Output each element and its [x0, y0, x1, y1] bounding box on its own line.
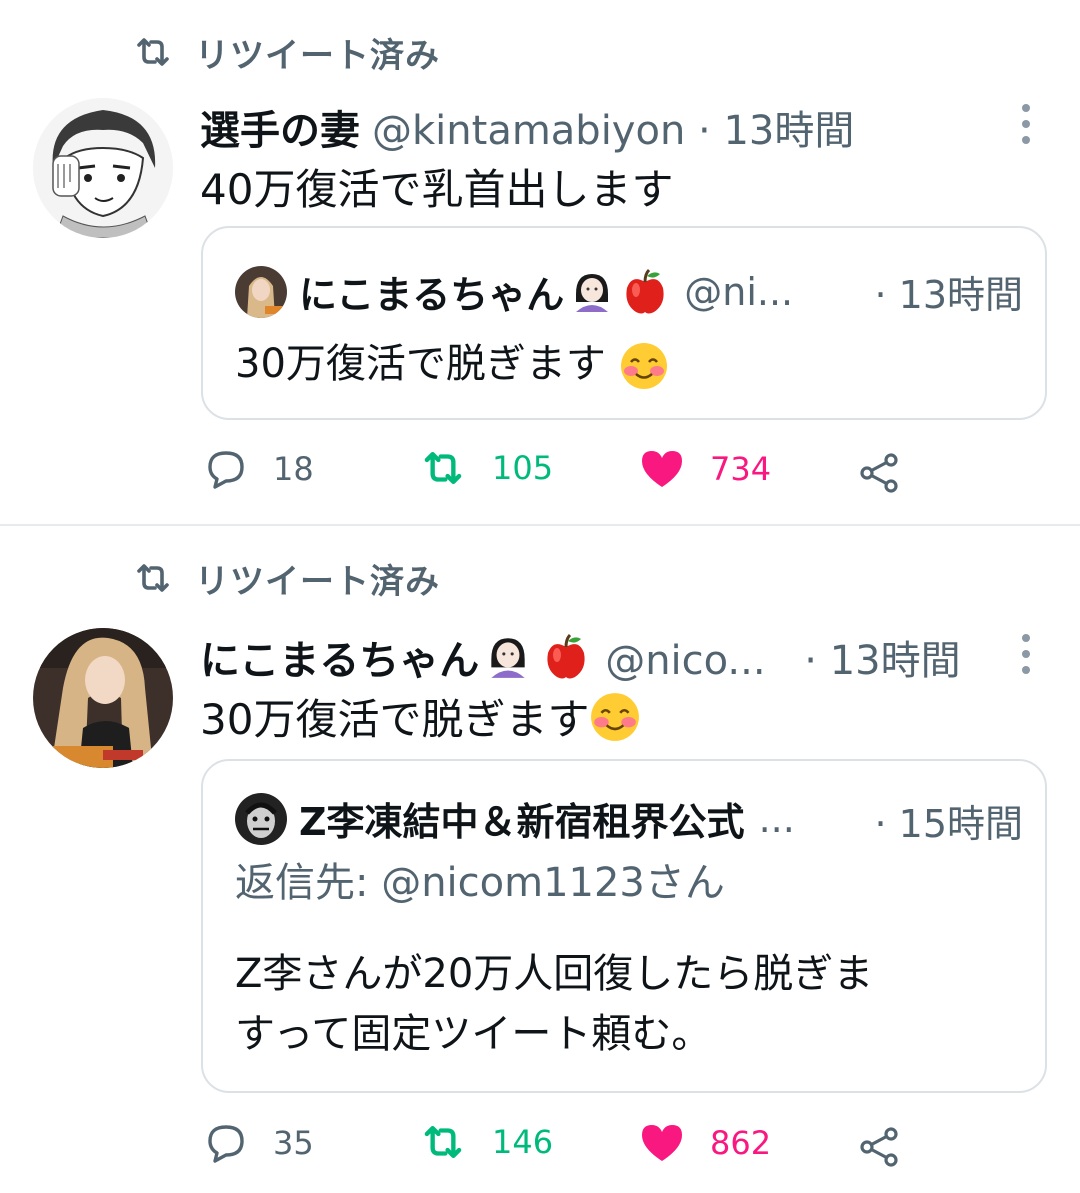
quoted-ellipsis: ...: [758, 796, 795, 841]
more-icon[interactable]: [1021, 634, 1031, 674]
quoted-tweet[interactable]: Z李凍結中＆新宿租界公式 ... · 15時間 返信先: @nicom1123さ…: [201, 759, 1047, 1093]
apple-emoji: [547, 633, 585, 679]
divider: [0, 524, 1080, 526]
quoted-tweet[interactable]: にこまるちゃん @ni... · 13時間 30万復活で脱ぎます: [201, 226, 1047, 420]
apple-emoji: [626, 268, 664, 313]
tweet-time[interactable]: 13時間: [830, 628, 961, 686]
quoted-reply-to: 返信先: @nicom1123さん: [235, 860, 725, 906]
quoted-avatar: [235, 265, 287, 318]
tweet-text-row: 30万復活で脱ぎます: [200, 686, 641, 747]
author-handle[interactable]: @kintamabiyon: [372, 108, 685, 154]
quoted-text: 30万復活で脱ぎます: [235, 341, 606, 387]
quoted-time: · 15時間: [874, 802, 1023, 846]
avatar[interactable]: [33, 628, 173, 768]
tweet-header: にこまるちゃん @nico... · 13時間: [200, 628, 961, 686]
reply-count: 18: [273, 450, 314, 488]
author-name[interactable]: 選手の妻: [200, 98, 360, 156]
retweet-button[interactable]: 105: [420, 448, 553, 488]
smiling-blush-emoji: [620, 343, 667, 389]
like-count: 734: [710, 450, 772, 488]
heart-icon: [642, 1125, 682, 1161]
reply-icon: [208, 1125, 244, 1163]
retweet-indicator: リツイート済み: [133, 27, 440, 77]
tweet-header: 選手の妻 @kintamabiyon · 13時間: [200, 98, 854, 156]
tweet-time[interactable]: 13時間: [723, 98, 854, 156]
like-button[interactable]: 734: [640, 448, 771, 490]
retweet-icon: [424, 452, 462, 484]
quoted-author-name: Z李凍結中＆新宿租界公式: [299, 800, 745, 844]
retweet-count: 105: [492, 449, 554, 487]
share-icon: [860, 1127, 898, 1167]
avatar-photo: [33, 628, 173, 768]
retweet-indicator: リツイート済み: [133, 553, 440, 603]
quoted-avatar: [235, 792, 287, 845]
smiling-blush-emoji: [591, 692, 640, 741]
reply-icon: [208, 451, 244, 489]
author-name[interactable]: にこまるちゃん: [200, 628, 479, 686]
reply-button[interactable]: 18: [205, 448, 314, 490]
tweet-text: 40万復活で乳首出します: [200, 165, 674, 214]
tweet-text: 30万復活で脱ぎます: [200, 695, 590, 744]
share-button[interactable]: [858, 1126, 902, 1168]
quoted-text-line-1: Z李さんが20万人回復したら脱ぎま: [235, 951, 874, 997]
avatar[interactable]: [33, 98, 173, 238]
retweet-count: 146: [492, 1123, 554, 1161]
retweet-button[interactable]: 146: [420, 1122, 553, 1162]
woman-emoji: [576, 273, 609, 312]
quoted-header: Z李凍結中＆新宿租界公式 ...: [235, 791, 795, 846]
heart-icon: [642, 451, 682, 487]
retweet-icon: [137, 38, 169, 66]
quoted-author-name: にこまるちゃん: [299, 273, 565, 317]
share-icon: [860, 453, 898, 493]
quoted-handle: @ni...: [684, 269, 794, 314]
retweet-icon: [424, 1126, 462, 1158]
retweet-label: リツイート済み: [195, 561, 440, 602]
retweet-label: リツイート済み: [195, 35, 440, 76]
reply-count: 35: [273, 1124, 314, 1162]
quoted-header: にこまるちゃん @ni...: [235, 264, 793, 319]
tweet-dot: ·: [791, 638, 830, 684]
reply-button[interactable]: 35: [205, 1122, 314, 1164]
share-button[interactable]: [858, 452, 902, 494]
quoted-text-line-2: すって固定ツイート頼む。: [235, 1011, 712, 1057]
like-count: 862: [710, 1124, 772, 1162]
woman-emoji: [491, 638, 525, 678]
quoted-time: · 13時間: [874, 273, 1023, 317]
avatar-manga-image: [33, 98, 173, 238]
quoted-text-row: 30万復活で脱ぎます: [235, 334, 669, 394]
more-icon[interactable]: [1021, 104, 1031, 144]
like-button[interactable]: 862: [640, 1122, 771, 1164]
author-handle[interactable]: @nico...: [605, 638, 765, 684]
retweet-icon: [137, 564, 169, 592]
tweet-dot: ·: [685, 108, 724, 154]
